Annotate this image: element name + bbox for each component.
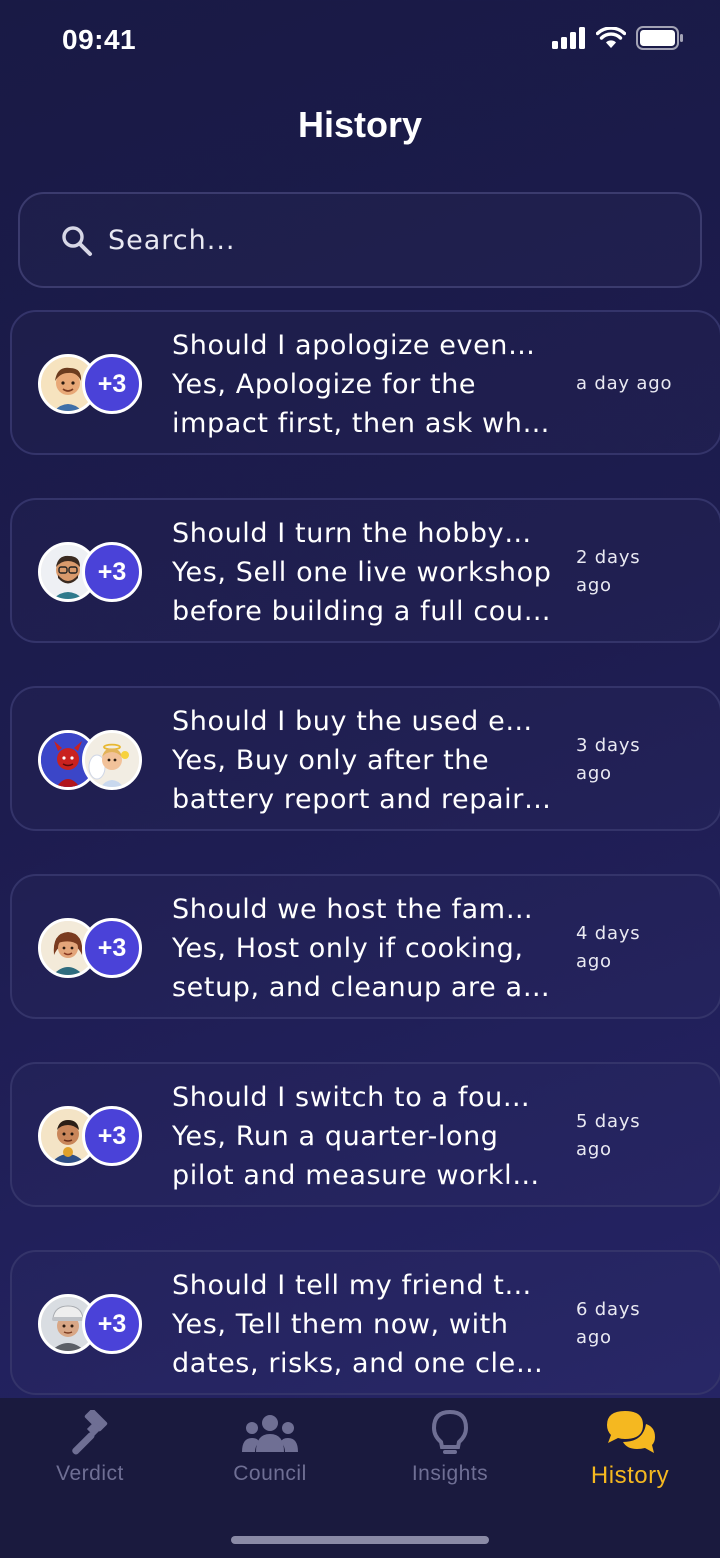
tab-label: Council [233, 1462, 307, 1485]
cellular-signal-icon [552, 27, 585, 49]
timestamp: 5 days ago [576, 1108, 696, 1164]
history-card[interactable]: Should I buy the used e… Yes, Buy only a… [10, 686, 720, 831]
search-icon [60, 224, 94, 263]
tab-council[interactable]: Council [180, 1408, 360, 1498]
verdict-text: before building a full cour… [172, 596, 552, 627]
council-avatars: +3 [38, 542, 148, 602]
lightbulb-icon [360, 1408, 540, 1460]
status-bar: 09:41 [0, 0, 720, 80]
tab-label: Verdict [56, 1462, 124, 1485]
tab-label: Insights [411, 1462, 489, 1485]
timestamp-line: ago [576, 1139, 612, 1160]
tab-history[interactable]: History [540, 1408, 720, 1498]
timestamp-line: ago [576, 575, 612, 596]
verdict-text: Yes, Tell them now, with [172, 1309, 509, 1340]
timestamp: 2 days ago [576, 544, 696, 600]
status-icons [552, 26, 684, 50]
verdict-text: Yes, Sell one live workshop [172, 557, 552, 588]
timestamp: 3 days ago [576, 732, 696, 788]
timestamp-line: 5 days [576, 1111, 641, 1132]
wifi-icon [596, 27, 626, 48]
verdict-text: setup, and cleanup are as… [172, 972, 552, 1003]
history-card[interactable]: +3 Should I apologize even… Yes, Apologi… [10, 310, 720, 455]
avatar-angel [82, 730, 142, 790]
gavel-icon [0, 1408, 180, 1460]
home-indicator[interactable] [231, 1536, 489, 1544]
card-text: Should I tell my friend t… Yes, Tell the… [172, 1266, 552, 1383]
timestamp-line: ago [576, 763, 612, 784]
question-title: Should I tell my friend t… [172, 1270, 533, 1301]
question-title: Should we host the fam… [172, 894, 534, 925]
council-avatars: +3 [38, 354, 148, 414]
question-title: Should I turn the hobby… [172, 518, 532, 549]
card-text: Should I buy the used e… Yes, Buy only a… [172, 702, 552, 819]
council-avatars: +3 [38, 1294, 148, 1354]
council-avatars [38, 730, 148, 790]
tab-insights[interactable]: Insights [360, 1408, 540, 1498]
verdict-text: battery report and repair … [172, 784, 552, 815]
tab-label: History [590, 1462, 670, 1489]
more-members-badge: +3 [82, 542, 142, 602]
timestamp-line: 4 days [576, 923, 641, 944]
tab-verdict[interactable]: Verdict [0, 1408, 180, 1498]
verdict-text: Yes, Buy only after the [172, 745, 490, 776]
chat-bubbles-icon [540, 1408, 720, 1460]
verdict-text: pilot and measure workloa… [172, 1160, 552, 1191]
history-card[interactable]: +3 Should we host the fam… Yes, Host onl… [10, 874, 720, 1019]
bottom-tab-bar: Verdict Council Insights History [0, 1398, 720, 1558]
verdict-text: impact first, then ask wha… [172, 408, 552, 439]
timestamp-line: ago [576, 1327, 612, 1348]
question-title: Should I switch to a fou… [172, 1082, 531, 1113]
council-avatars: +3 [38, 1106, 148, 1166]
verdict-text: Yes, Run a quarter-long [172, 1121, 499, 1152]
question-title: Should I buy the used e… [172, 706, 533, 737]
more-members-badge: +3 [82, 354, 142, 414]
timestamp-line: a day ago [576, 373, 673, 394]
more-members-badge: +3 [82, 1106, 142, 1166]
battery-icon [636, 26, 683, 50]
history-card[interactable]: +3 Should I tell my friend t… Yes, Tell … [10, 1250, 720, 1395]
more-members-badge: +3 [82, 918, 142, 978]
card-text: Should I turn the hobby… Yes, Sell one l… [172, 514, 552, 631]
timestamp-line: 6 days [576, 1299, 641, 1320]
timestamp: 6 days ago [576, 1296, 696, 1352]
history-card[interactable]: +3 Should I switch to a fou… Yes, Run a … [10, 1062, 720, 1207]
page-title: History [297, 104, 423, 145]
verdict-text: dates, risks, and one clea… [172, 1348, 552, 1379]
timestamp-line: 3 days [576, 735, 641, 756]
group-icon [180, 1408, 360, 1460]
council-avatars: +3 [38, 918, 148, 978]
search-box[interactable] [18, 192, 702, 288]
more-members-badge: +3 [82, 1294, 142, 1354]
verdict-text: Yes, Apologize for the [172, 369, 477, 400]
history-card[interactable]: +3 Should I turn the hobby… Yes, Sell on… [10, 498, 720, 643]
verdict-text: Yes, Host only if cooking, [172, 933, 524, 964]
timestamp-line: 2 days [576, 547, 641, 568]
timestamp: 4 days ago [576, 920, 696, 976]
card-text: Should we host the fam… Yes, Host only i… [172, 890, 552, 1007]
timestamp: a day ago [576, 370, 696, 398]
card-text: Should I switch to a fou… Yes, Run a qua… [172, 1078, 552, 1195]
card-text: Should I apologize even… Yes, Apologize … [172, 326, 552, 443]
status-time: 09:41 [62, 24, 137, 55]
search-input[interactable] [108, 214, 668, 266]
timestamp-line: ago [576, 951, 612, 972]
question-title: Should I apologize even… [172, 330, 536, 361]
